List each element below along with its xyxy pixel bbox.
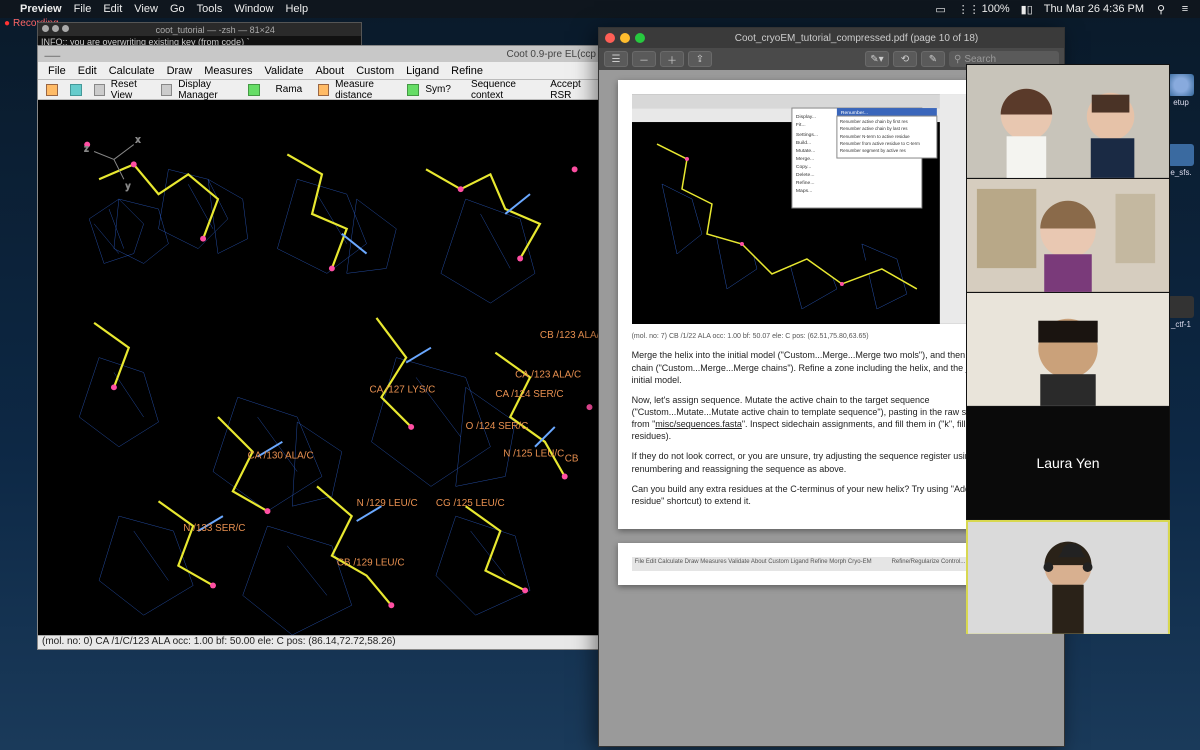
svg-text:Renumber N-term to active resi: Renumber N-term to active residue [839,134,909,139]
video-name-label: Laura Yen [967,407,1169,519]
svg-text:CB /123 ALA/C: CB /123 ALA/C [540,330,602,341]
svg-text:Renumber active chain by last: Renumber active chain by last res [839,126,907,131]
menu-tools[interactable]: Tools [197,3,223,15]
svg-text:Mutate...: Mutate... [796,148,815,154]
search-placeholder: Search [964,54,996,65]
menu-help[interactable]: Help [285,3,308,15]
sidebar-toggle-button[interactable]: ☰ [604,51,628,67]
svg-text:N /125 LEU/C: N /125 LEU/C [503,449,564,460]
zoom-out-button[interactable]: － [632,51,656,67]
battery-percent: 100% [982,3,1010,15]
coot-toolbar: Reset View Display Manager Rama Measure … [38,80,602,100]
coot-window[interactable]: ⸺ Coot 0.9-pre EL(ccp File Edit Calculat… [37,45,603,650]
coot-title: Coot 0.9-pre EL(ccp [506,49,596,60]
highlight-button[interactable]: ✎▾ [865,51,889,67]
coot-titlebar[interactable]: ⸺ Coot 0.9-pre EL(ccp [38,46,602,62]
svg-text:Maps...: Maps... [796,188,812,194]
zoom-icon [635,33,645,43]
svg-text:O /124 SER/C: O /124 SER/C [466,421,529,432]
desktop-file-1[interactable]: etup [1168,74,1194,107]
svg-text:N /133 SER/C: N /133 SER/C [183,523,245,534]
share-button[interactable]: ⇪ [688,51,712,67]
svg-text:Fit...: Fit... [796,122,806,128]
app-name[interactable]: Preview [20,3,62,15]
svg-text:CG /125 LEU/C: CG /125 LEU/C [436,498,505,509]
svg-text:Display...: Display... [796,114,816,120]
open-icon[interactable] [42,82,62,98]
coot-menu-ligand[interactable]: Ligand [402,64,443,78]
video-tile-4[interactable]: Laura Yen [966,406,1170,520]
notification-center-icon[interactable]: ≡ [1178,3,1192,15]
svg-text:Renumber segment by active res: Renumber segment by active res [839,148,906,153]
coot-menu-file[interactable]: File [44,64,70,78]
desktop-file-3[interactable]: _ctf-1 [1168,296,1194,329]
window-traffic-lights[interactable] [605,33,645,43]
spotlight-icon[interactable]: ⚲ [1154,3,1168,16]
video-tile-2[interactable] [966,178,1170,292]
pdf-title: Coot_cryoEM_tutorial_compressed.pdf (pag… [735,33,978,44]
tool-icon[interactable] [244,82,264,98]
macos-menubar: Preview File Edit View Go Tools Window H… [0,0,1200,18]
svg-text:Renumber active chain by first: Renumber active chain by first res [839,119,908,124]
svg-text:Build...: Build... [796,140,811,146]
menu-file[interactable]: File [74,3,92,15]
sym-button[interactable]: Sym? [403,80,459,99]
svg-text:CA /130 ALA/C: CA /130 ALA/C [248,451,314,462]
menu-view[interactable]: View [134,3,158,15]
coot-menu-validate[interactable]: Validate [261,64,308,78]
coot-3d-viewport[interactable]: x y z CB /123 ALA/C CA /123 ALA/C CA /127 LY… [38,100,602,635]
rama-button[interactable]: Rama [268,80,311,99]
menu-window[interactable]: Window [234,3,273,15]
video-call-sidebar: Laura Yen [966,64,1170,634]
svg-text:Copy...: Copy... [796,164,811,170]
markup-button[interactable]: ✎ [921,51,945,67]
svg-text:N /129 LEU/C: N /129 LEU/C [357,498,418,509]
terminal-titlebar[interactable]: coot_tutorial — -zsh — 81×24 [38,23,361,36]
video-tile-3[interactable] [966,292,1170,406]
svg-text:Renumber...: Renumber... [840,110,867,116]
video-tile-5-active[interactable] [966,520,1170,634]
svg-text:CA /123 ALA/C: CA /123 ALA/C [515,369,581,380]
svg-text:y: y [126,181,131,191]
svg-text:CA /124 SER/C: CA /124 SER/C [495,389,563,400]
svg-text:x: x [136,135,141,145]
svg-text:CB /129 LEU/C: CB /129 LEU/C [337,558,405,569]
airplay-icon[interactable]: ▭ [934,3,948,16]
close-icon [605,33,615,43]
terminal-title: coot_tutorial — -zsh — 81×24 [156,25,275,35]
save-icon[interactable] [66,82,86,98]
svg-text:Merge...: Merge... [796,156,814,162]
wifi-icon[interactable]: ⋮⋮ [958,3,972,16]
svg-text:z: z [84,144,89,154]
coot-status-bar: (mol. no: 0) CA /1/C/123 ALA occ: 1.00 b… [38,635,602,649]
svg-text:CA /127 LYS/C: CA /127 LYS/C [370,384,436,395]
video-tile-1[interactable] [966,64,1170,178]
rotate-button[interactable]: ⟲ [893,51,917,67]
svg-text:CB: CB [565,454,579,465]
svg-text:Settings...: Settings... [796,132,818,138]
svg-text:Delete...: Delete... [796,172,815,178]
menu-go[interactable]: Go [170,3,185,15]
desktop-file-2[interactable]: e_sfs. [1168,144,1194,177]
minimize-icon [620,33,630,43]
svg-text:Renumber from active residue t: Renumber from active residue to C-term [839,141,919,146]
zoom-in-button[interactable]: ＋ [660,51,684,67]
svg-text:Refine...: Refine... [796,180,815,186]
menu-edit[interactable]: Edit [103,3,122,15]
battery-icon: ▮▯ [1020,3,1034,16]
clock: Thu Mar 26 4:36 PM [1044,3,1144,15]
pdf-titlebar[interactable]: Coot_cryoEM_tutorial_compressed.pdf (pag… [599,28,1064,48]
